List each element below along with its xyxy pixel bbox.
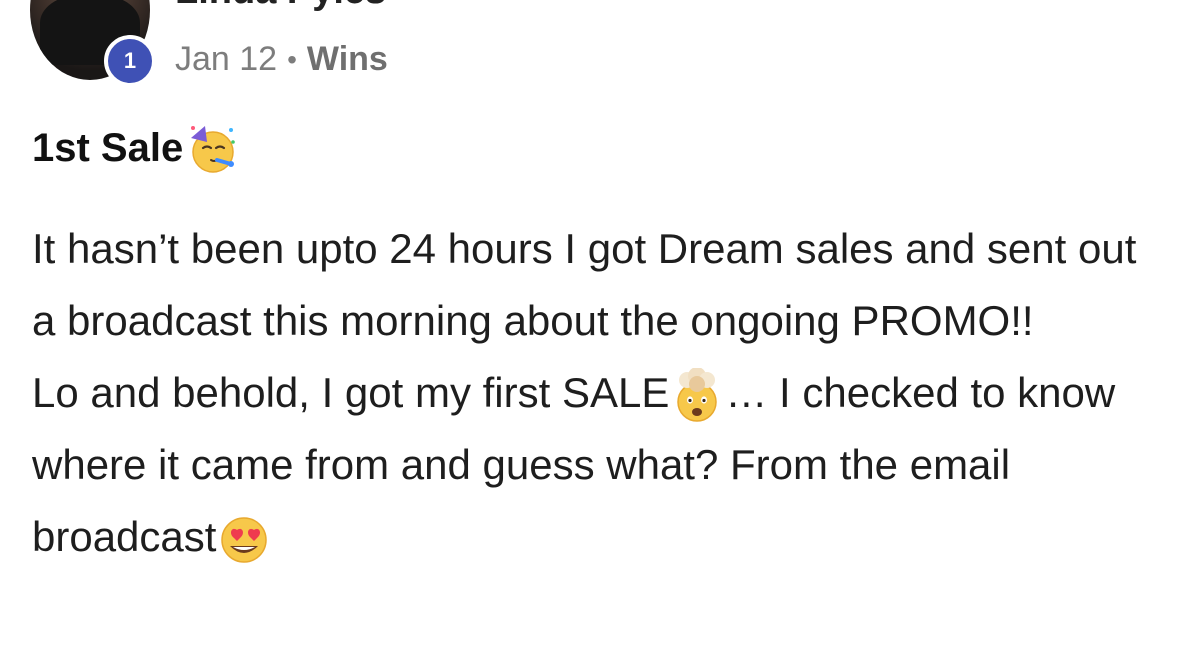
level-badge-number: 1	[123, 48, 137, 73]
meta-separator: •	[287, 43, 297, 75]
post-paragraph-2: Lo and behold, I got my first SALE … I c…	[32, 357, 1162, 573]
post-paragraph-1: It hasn’t been upto 24 hours I got Dream…	[32, 225, 1137, 344]
post-title: 1st Sale	[32, 120, 239, 176]
post-category[interactable]: Wins	[307, 40, 388, 79]
post-date[interactable]: Jan 12	[175, 40, 277, 79]
post-body: It hasn’t been upto 24 hours I got Dream…	[32, 213, 1162, 573]
partying-face-icon	[183, 120, 239, 176]
post-card: 1 Linda Pyles Jan 12 • Wins 1st Sale	[0, 0, 1178, 653]
post-paragraph-2-part-1: Lo and behold, I got my first SALE	[32, 369, 670, 416]
heart-eyes-icon	[216, 512, 272, 568]
post-meta: Jan 12 • Wins	[175, 40, 388, 79]
post-title-text: 1st Sale	[32, 125, 184, 170]
level-badge: 1	[104, 35, 156, 87]
exploding-head-icon	[669, 367, 725, 424]
author-name[interactable]: Linda Pyles	[175, 0, 386, 13]
